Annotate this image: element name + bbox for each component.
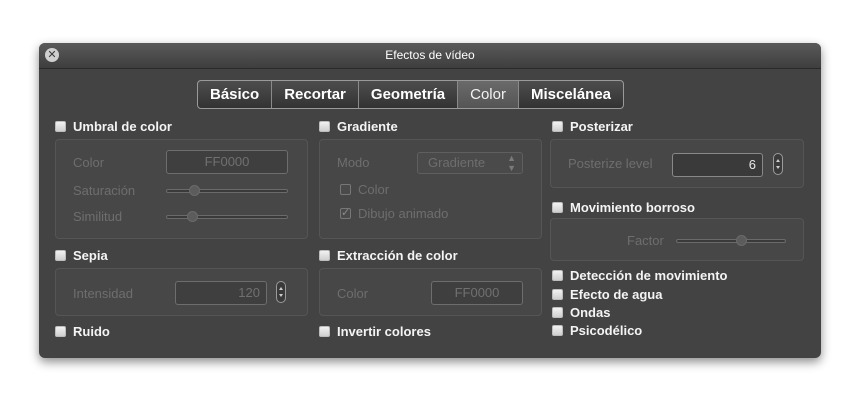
- deteccion-de-movimiento-checkbox[interactable]: Detección de movimiento: [552, 268, 727, 283]
- ruido-label: Ruido: [73, 324, 110, 339]
- posterize-level-label: Posterize level: [568, 156, 653, 171]
- gradiente-label: Gradiente: [337, 119, 398, 134]
- extraccion-de-color-checkbox[interactable]: Extracción de color: [319, 248, 458, 263]
- checkbox-box[interactable]: [552, 307, 563, 318]
- checkbox-box[interactable]: [552, 270, 563, 281]
- checkbox-box[interactable]: [55, 326, 66, 337]
- posterizar-label: Posterizar: [570, 119, 633, 134]
- modo-label: Modo: [337, 155, 370, 170]
- stepper-arrows-icon[interactable]: [276, 281, 286, 303]
- title-bar: ✕ Efectos de vídeo: [39, 43, 821, 69]
- select-arrows-icon: ▲ ▼: [507, 153, 516, 173]
- checkbox-box[interactable]: [319, 250, 330, 261]
- psicodelico-label: Psicodélico: [570, 323, 643, 338]
- saturacion-label: Saturación: [73, 183, 136, 198]
- similitud-slider[interactable]: [166, 211, 288, 222]
- deteccion-de-movimiento-label: Detección de movimiento: [570, 268, 728, 283]
- similitud-slider-knob[interactable]: [187, 211, 198, 222]
- saturacion-slider[interactable]: [166, 185, 288, 196]
- tab-miscelanea[interactable]: Miscelánea: [519, 81, 623, 108]
- efecto-de-agua-checkbox[interactable]: Efecto de agua: [552, 287, 662, 302]
- sepia-label: Sepia: [73, 248, 108, 263]
- tab-recortar[interactable]: Recortar: [272, 81, 359, 108]
- invertir-colores-checkbox[interactable]: Invertir colores: [319, 324, 431, 339]
- movimiento-borroso-group: Factor: [550, 218, 804, 261]
- factor-label: Factor: [627, 233, 664, 248]
- extraccion-group: Color FF0000: [319, 268, 542, 316]
- ondas-checkbox[interactable]: Ondas: [552, 305, 610, 320]
- psicodelico-checkbox[interactable]: Psicodélico: [552, 323, 642, 338]
- tab-basico[interactable]: Básico: [198, 81, 273, 108]
- ruido-checkbox[interactable]: Ruido: [55, 324, 110, 339]
- checkbox-box[interactable]: [552, 202, 563, 213]
- extraccion-color-label: Color: [337, 286, 369, 301]
- tab-geometria[interactable]: Geometría: [359, 81, 459, 108]
- tab-color[interactable]: Color: [458, 81, 519, 108]
- checkbox-box[interactable]: [552, 289, 563, 300]
- movimiento-borroso-checkbox[interactable]: Movimiento borroso: [552, 200, 695, 215]
- factor-slider[interactable]: [676, 235, 786, 246]
- dibujo-animado-checkbox[interactable]: ✓ Dibujo animado: [340, 206, 448, 221]
- dibujo-animado-label: Dibujo animado: [358, 206, 449, 221]
- umbral-color-field[interactable]: FF0000: [166, 150, 288, 174]
- checkbox-box[interactable]: [55, 250, 66, 261]
- checkmark-icon[interactable]: ✓: [340, 208, 351, 219]
- gradiente-group: Modo Gradiente ▲ ▼ Color ✓ Dibujo animado: [319, 139, 542, 239]
- sepia-checkbox[interactable]: Sepia: [55, 248, 108, 263]
- saturacion-slider-knob[interactable]: [189, 185, 200, 196]
- intensidad-label: Intensidad: [73, 286, 133, 301]
- similitud-label: Similitud: [73, 209, 123, 224]
- checkbox-box[interactable]: [552, 121, 563, 132]
- window-title: Efectos de vídeo: [385, 48, 475, 62]
- posterizar-group: Posterize level 6: [550, 139, 804, 188]
- umbral-group: Color FF0000 Saturación Similitud: [55, 139, 308, 239]
- gradiente-color-label: Color: [358, 182, 390, 197]
- extraccion-de-color-label: Extracción de color: [337, 248, 458, 263]
- checkbox-box[interactable]: [340, 184, 351, 195]
- checkbox-box[interactable]: [55, 121, 66, 132]
- modo-select[interactable]: Gradiente ▲ ▼: [417, 152, 523, 174]
- checkbox-box[interactable]: [552, 325, 563, 336]
- factor-slider-knob[interactable]: [736, 235, 747, 246]
- checkbox-box[interactable]: [319, 326, 330, 337]
- stepper-arrows-icon[interactable]: [773, 153, 783, 175]
- posterize-level-field[interactable]: 6: [672, 153, 763, 177]
- movimiento-borroso-label: Movimiento borroso: [570, 200, 695, 215]
- extraccion-color-field[interactable]: FF0000: [431, 281, 523, 305]
- video-effects-window: ✕ Efectos de vídeo Básico Recortar Geome…: [39, 43, 821, 358]
- umbral-de-color-checkbox[interactable]: Umbral de color: [55, 119, 172, 134]
- umbral-de-color-label: Umbral de color: [73, 119, 172, 134]
- invertir-colores-label: Invertir colores: [337, 324, 431, 339]
- posterizar-checkbox[interactable]: Posterizar: [552, 119, 633, 134]
- efecto-de-agua-label: Efecto de agua: [570, 287, 663, 302]
- modo-value: Gradiente: [428, 155, 486, 170]
- checkbox-box[interactable]: [319, 121, 330, 132]
- gradiente-checkbox[interactable]: Gradiente: [319, 119, 398, 134]
- tab-bar: Básico Recortar Geometría Color Miscelán…: [197, 80, 625, 109]
- umbral-color-label: Color: [73, 155, 105, 170]
- gradiente-color-checkbox[interactable]: Color: [340, 182, 389, 197]
- ondas-label: Ondas: [570, 305, 611, 320]
- intensidad-field[interactable]: 120: [175, 281, 267, 305]
- sepia-group: Intensidad 120: [55, 268, 308, 316]
